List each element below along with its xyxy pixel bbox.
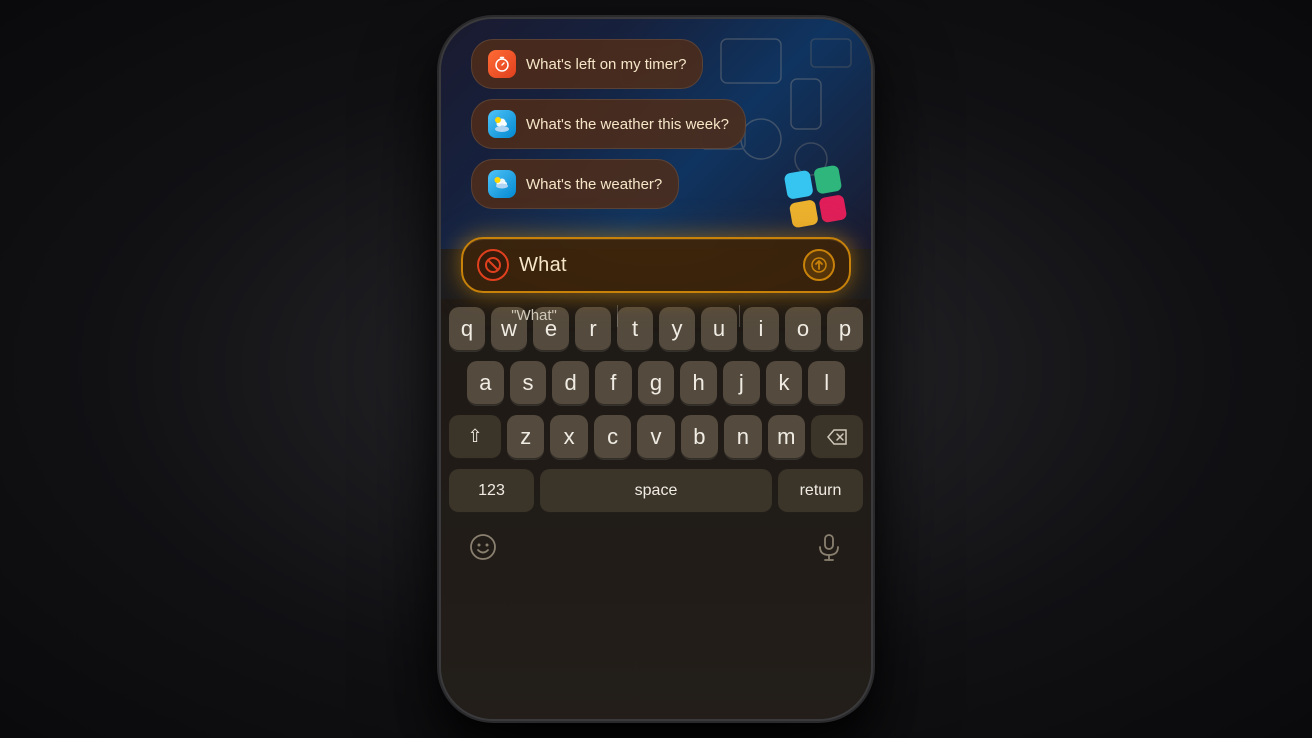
predictive-word-1[interactable]: "What" (491, 303, 577, 328)
search-submit-button[interactable] (803, 249, 835, 281)
key-shift[interactable]: ⇧ (449, 415, 501, 459)
search-bar: What (461, 237, 851, 293)
key-return[interactable]: return (778, 469, 863, 513)
predictive-divider-2 (739, 305, 740, 327)
key-f[interactable]: f (595, 361, 632, 405)
suggestion-weather-week-text: What's the weather this week? (526, 116, 729, 133)
suggestion-timer[interactable]: What's left on my timer? (471, 39, 703, 89)
key-k[interactable]: k (766, 361, 803, 405)
timer-icon (488, 50, 516, 78)
keyboard-area: q w e r t y u i o p a s d f g h j k (441, 299, 871, 719)
key-n[interactable]: n (724, 415, 761, 459)
suggestion-weather[interactable]: What's the weather? (471, 159, 679, 209)
keyboard-bottom-bar (445, 523, 867, 575)
key-j[interactable]: j (723, 361, 760, 405)
key-numbers[interactable]: 123 (449, 469, 534, 513)
phone-frame: What's left on my timer? What's the weat… (441, 19, 871, 719)
search-bar-container: What (461, 237, 851, 293)
predictive-word-2[interactable] (659, 312, 699, 320)
key-backspace[interactable] (811, 415, 863, 459)
key-z[interactable]: z (507, 415, 544, 459)
predictive-word-3[interactable] (781, 312, 821, 320)
key-s[interactable]: s (510, 361, 547, 405)
key-b[interactable]: b (681, 415, 718, 459)
predictive-bar: "What" (461, 297, 851, 334)
suggestion-weather-text: What's the weather? (526, 176, 662, 193)
key-a[interactable]: a (467, 361, 504, 405)
key-x[interactable]: x (550, 415, 587, 459)
siri-icon (477, 249, 509, 281)
key-space[interactable]: space (540, 469, 772, 513)
search-input-text[interactable]: What (519, 254, 793, 277)
key-l[interactable]: l (808, 361, 845, 405)
emoji-button[interactable] (465, 529, 501, 565)
key-c[interactable]: c (594, 415, 631, 459)
suggestions-area: What's left on my timer? What's the weat… (471, 39, 841, 209)
key-v[interactable]: v (637, 415, 674, 459)
weather-week-icon (488, 110, 516, 138)
suggestion-weather-week[interactable]: What's the weather this week? (471, 99, 746, 149)
key-d[interactable]: d (552, 361, 589, 405)
key-h[interactable]: h (680, 361, 717, 405)
microphone-button[interactable] (811, 529, 847, 565)
key-g[interactable]: g (638, 361, 675, 405)
weather-icon (488, 170, 516, 198)
suggestion-timer-text: What's left on my timer? (526, 56, 686, 73)
predictive-divider-1 (617, 305, 618, 327)
keyboard-row-2: a s d f g h j k l (445, 361, 867, 405)
keyboard-row-3: ⇧ z x c v b n m (445, 415, 867, 459)
keyboard-row-bottom: 123 space return (445, 469, 867, 513)
key-m[interactable]: m (768, 415, 805, 459)
page-background: What's left on my timer? What's the weat… (0, 0, 1312, 738)
